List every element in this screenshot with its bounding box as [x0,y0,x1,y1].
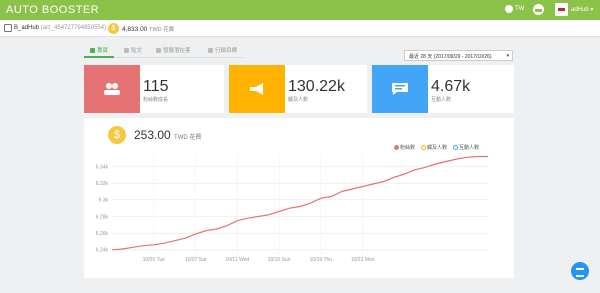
y-tick-label: 6.28k [96,214,109,220]
account-id: (act_454727794850554) [40,25,107,31]
megaphone-icon [229,65,285,113]
account-icon [4,24,12,32]
x-tick-label: 10/19 Thu [310,257,333,263]
spend-value: 253.00 [134,128,171,142]
x-tick-label: 10/03 Tue [143,257,165,263]
date-range-select[interactable]: 最近 28 天 (2017/09/29 - 2017/10/26) ▾ [404,50,513,61]
tab-label: 專頁 [97,48,109,54]
globe-icon [505,5,513,13]
x-tick-label: 10/07 Sat [185,257,207,263]
spend-currency: TWD 花費 [174,135,202,141]
card-fans: 115 粉絲數成長 [84,65,224,113]
x-tick-label: 10/23 Mon [351,257,375,263]
spend-total: 253.00 TWD 花費 [134,128,201,142]
x-tick-label: 10/15 Sun [268,257,291,263]
comment-icon [124,47,129,53]
account-name: B_adHub [14,25,40,31]
tab-leads[interactable]: 發展潛在客 [156,46,191,54]
tab-bar: 專頁 貼文 發展潛在客 行銷目標 [84,44,244,58]
language-switcher[interactable]: TW [505,5,524,13]
y-tick-label: 6.34k [96,164,109,170]
account-balance: 4,833.00 TWD 花費 [122,25,174,33]
y-tick-label: 6.32k [96,181,109,187]
caret-down-icon: ▾ [506,53,509,59]
card-engagement: 4.67k 互動人數 [372,65,514,113]
reach-value: 130.22k [288,78,345,95]
avatar[interactable] [555,3,568,16]
balance-value: 4,833.00 [122,26,148,33]
calendar-icon [90,47,95,53]
active-tab-indicator [84,56,114,58]
chat-icon [372,65,428,113]
series-line-fans [111,155,488,251]
messenger-button[interactable] [571,262,589,280]
x-tick-label: 10/11 Wed [225,257,249,263]
tab-label: 發展潛在客 [163,48,191,54]
balance-currency: TWD 花費 [149,27,175,33]
user-name: adHub [571,7,589,13]
tab-objectives[interactable]: 行銷目標 [208,46,237,54]
dashboard-icon[interactable] [533,4,544,15]
user-menu[interactable]: adHub ▾ [571,6,593,13]
flag-icon [208,47,213,53]
tab-label: 行銷目標 [215,48,238,54]
tab-label: 貼文 [131,48,143,54]
engagement-value: 4.67k [431,78,471,95]
app-brand[interactable]: AUTO BOOSTER [6,4,99,16]
tab-page[interactable]: 專頁 [90,46,108,54]
fans-line-chart: 6.24k 6.26k 6.28k 6.3k 6.32k 6.34k 10/03 Tue 10… [96,154,488,263]
fans-label: 粉絲數成長 [143,97,169,103]
coin-icon: $ [108,126,126,144]
language-label: TW [515,6,525,12]
tab-posts[interactable]: 貼文 [124,46,142,54]
engagement-label: 互動人數 [431,97,452,103]
y-tick-label: 6.24k [96,248,109,254]
date-range-value: 最近 28 天 (2017/09/29 - 2017/10/26) [409,54,492,60]
y-tick-label: 6.26k [96,231,109,237]
top-bar: AUTO BOOSTER TW adHub ▾ [0,0,600,20]
fans-value: 115 [143,78,169,95]
users-icon [84,65,140,113]
coin-icon: $ [108,23,119,34]
card-reach: 130.22k 觸及人數 [229,65,367,113]
account-label[interactable]: B_adHub (act_454727794850554) [14,25,106,31]
people-icon [156,47,161,53]
reach-label: 觸及人數 [288,97,309,103]
y-tick-label: 6.3k [99,198,109,204]
